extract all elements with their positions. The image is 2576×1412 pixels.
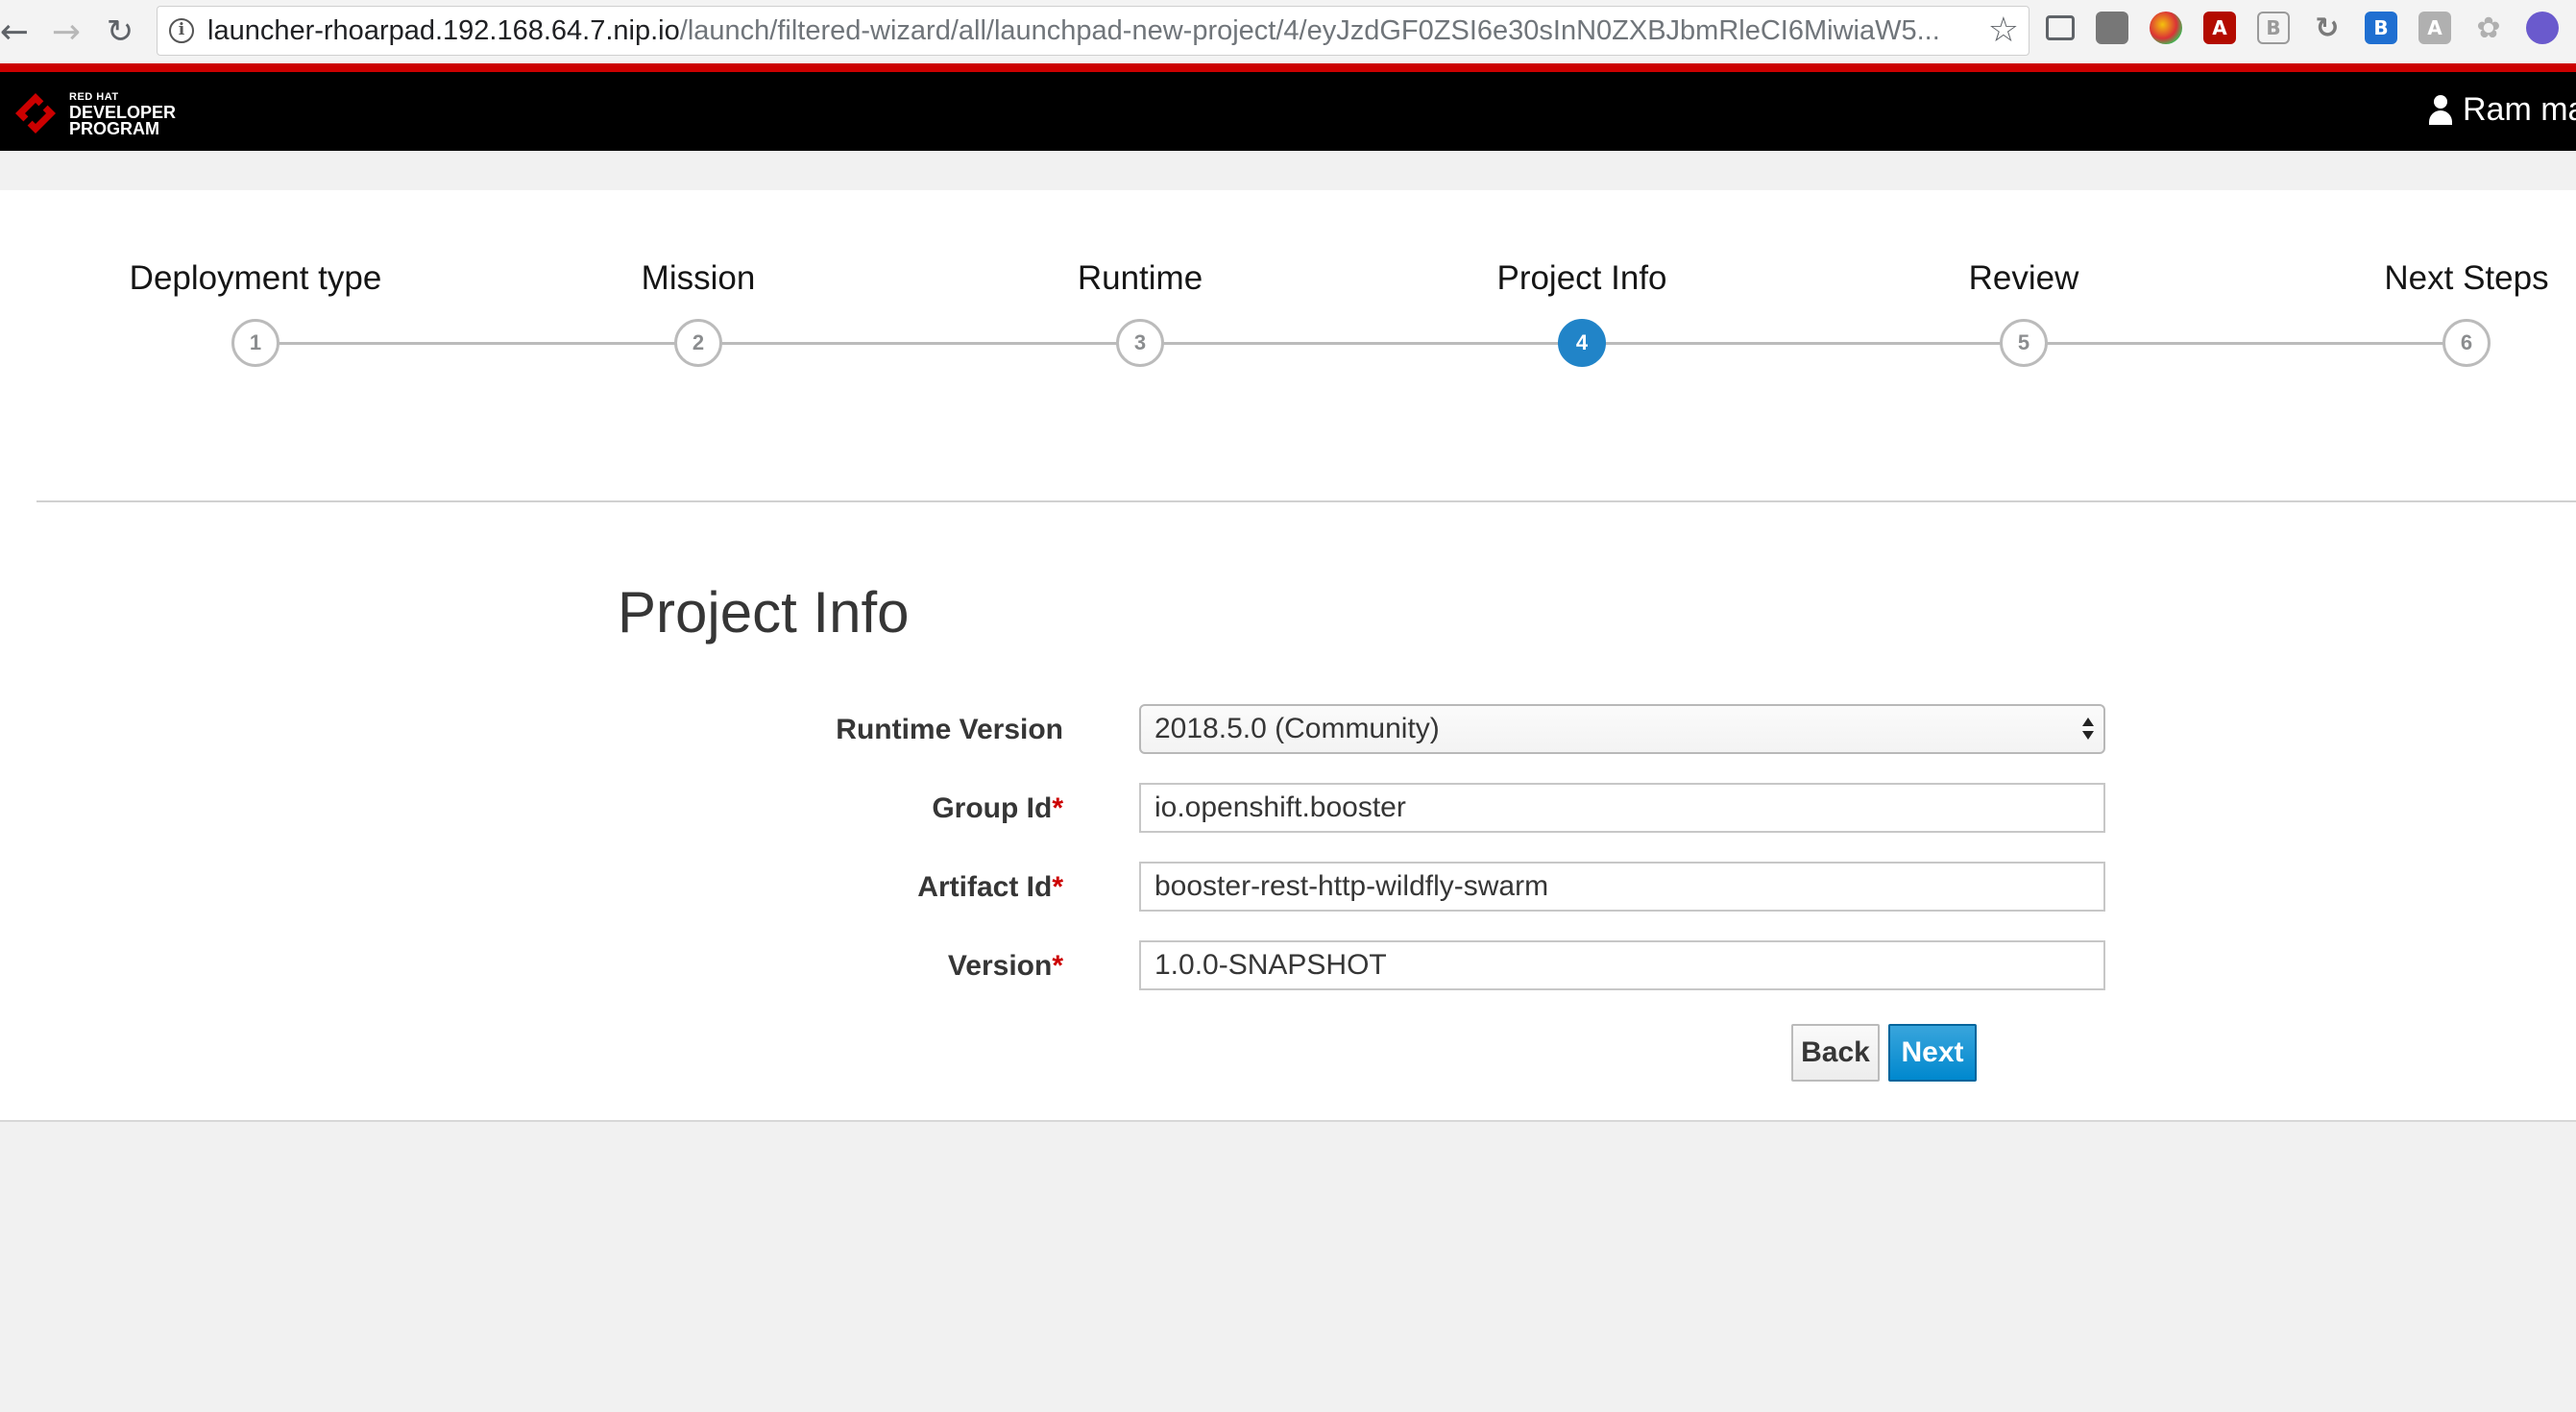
reload-icon[interactable]: ↻	[98, 10, 142, 54]
step-label: Runtime	[1077, 259, 1203, 297]
brand-accent-bar	[0, 63, 2576, 72]
wizard-track-line	[255, 342, 2467, 345]
forward-arrow-icon[interactable]: →	[44, 10, 88, 54]
pdf-extension-icon[interactable]: A	[2203, 12, 2236, 44]
artifact-id-row: Artifact Id* booster-rest-http-wildfly-s…	[0, 862, 2576, 913]
step-number-circle[interactable]: 6	[2442, 319, 2491, 367]
group-id-row: Group Id* io.openshift.booster	[0, 783, 2576, 835]
logo-mark-icon	[15, 93, 56, 134]
url-path: /launch/filtered-wizard/all/launchpad-ne…	[679, 15, 1940, 46]
wizard-step-deployment-type[interactable]: Deployment type 1	[63, 257, 448, 367]
site-header: RED HAT DEVELOPER PROGRAM Ram ma	[0, 72, 2576, 151]
step-number-circle[interactable]: 3	[1116, 319, 1164, 367]
artifact-id-input[interactable]: booster-rest-http-wildfly-swarm	[1139, 862, 2105, 912]
step-label: Next Steps	[2384, 259, 2549, 297]
user-icon	[2428, 94, 2453, 126]
url-text[interactable]: launcher-rhoarpad.192.168.64.7.nip.io/la…	[207, 7, 1965, 55]
required-asterisk: *	[1052, 950, 1063, 982]
runtime-version-select[interactable]: 2018.5.0 (Community)	[1139, 704, 2105, 754]
cast-icon[interactable]	[2046, 15, 2075, 40]
extension-box-icon[interactable]: B	[2257, 12, 2290, 44]
logo-line3: PROGRAM	[69, 119, 159, 138]
site-info-icon[interactable]: i	[169, 18, 194, 43]
extension-shield-icon[interactable]	[2096, 12, 2128, 44]
runtime-version-value: 2018.5.0 (Community)	[1154, 713, 1440, 744]
version-label-text: Version	[947, 950, 1053, 982]
version-input[interactable]: 1.0.0-SNAPSHOT	[1139, 940, 2105, 990]
next-button[interactable]: Next	[1888, 1024, 1977, 1082]
user-name: Ram ma	[2463, 91, 2576, 128]
extension-blue-icon[interactable]: B	[2365, 12, 2397, 44]
version-row: Version* 1.0.0-SNAPSHOT	[0, 940, 2576, 992]
section-divider	[36, 500, 2576, 502]
logo-text: RED HAT DEVELOPER PROGRAM	[69, 89, 176, 137]
extension-refresh-icon[interactable]: ↻	[2311, 12, 2344, 45]
profile-avatar-icon[interactable]	[2526, 12, 2559, 44]
extension-ghost-icon[interactable]: ✿	[2472, 12, 2505, 45]
wizard-step-review[interactable]: Review 5	[1832, 257, 2216, 367]
step-number-circle[interactable]: 2	[674, 319, 722, 367]
step-number-circle[interactable]: 1	[231, 319, 279, 367]
select-caret-icon	[2080, 714, 2096, 744]
wizard-step-runtime[interactable]: Runtime 3	[948, 257, 1332, 367]
step-number-circle[interactable]: 5	[2000, 319, 2048, 367]
back-button[interactable]: Back	[1791, 1024, 1880, 1082]
runtime-version-label-text: Runtime Version	[836, 714, 1063, 745]
bookmark-star-icon[interactable]: ☆	[1988, 11, 2019, 51]
wizard-step-project-info[interactable]: Project Info 4	[1390, 257, 1774, 367]
wizard-card: Deployment type 1 Mission 2 Runtime 3 Pr…	[0, 190, 2576, 1122]
angular-extension-icon[interactable]: A	[2418, 12, 2451, 44]
artifact-id-label-text: Artifact Id	[917, 871, 1053, 903]
group-id-input[interactable]: io.openshift.booster	[1139, 783, 2105, 833]
url-host: launcher-rhoarpad.192.168.64.7.nip.io	[207, 15, 680, 46]
group-id-label-text: Group Id	[932, 792, 1053, 824]
address-bar[interactable]: i launcher-rhoarpad.192.168.64.7.nip.io/…	[157, 6, 2029, 56]
runtime-version-label: Runtime Version	[836, 704, 1063, 756]
user-menu[interactable]: Ram ma	[2428, 91, 2576, 129]
form-title: Project Info	[618, 580, 910, 645]
required-asterisk: *	[1052, 871, 1063, 903]
step-number-circle[interactable]: 4	[1558, 319, 1606, 367]
group-id-label: Group Id*	[932, 783, 1063, 835]
back-arrow-icon[interactable]: ←	[0, 10, 36, 54]
step-label: Project Info	[1496, 259, 1667, 297]
browser-toolbar: ← → ↻ i launcher-rhoarpad.192.168.64.7.n…	[0, 0, 2576, 64]
version-label: Version*	[948, 940, 1063, 992]
required-asterisk: *	[1052, 792, 1063, 824]
wizard-steps: Deployment type 1 Mission 2 Runtime 3 Pr…	[0, 190, 2576, 382]
step-label: Mission	[641, 259, 756, 297]
wizard-step-mission[interactable]: Mission 2	[506, 257, 890, 367]
extension-color-icon[interactable]	[2150, 12, 2182, 44]
artifact-id-label: Artifact Id*	[917, 862, 1063, 913]
step-label: Review	[1968, 259, 2079, 297]
runtime-version-row: Runtime Version 2018.5.0 (Community)	[0, 704, 2576, 756]
extension-icons: A B ↻ B A ✿	[2046, 12, 2559, 50]
red-hat-developer-logo[interactable]: RED HAT DEVELOPER PROGRAM	[13, 89, 177, 137]
step-label: Deployment type	[129, 259, 382, 297]
wizard-step-next-steps[interactable]: Next Steps 6	[2274, 257, 2576, 367]
